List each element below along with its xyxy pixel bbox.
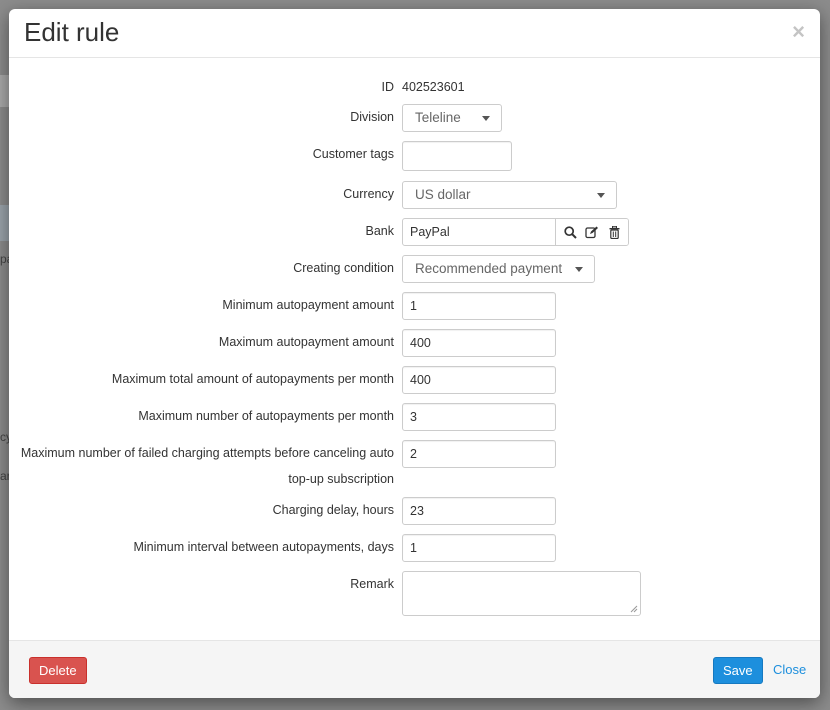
bank-input[interactable]: PayPal bbox=[403, 219, 556, 245]
form-row-max-number-month: Maximum number of autopayments per month… bbox=[9, 403, 820, 431]
customer-tags-label: Customer tags bbox=[312, 147, 394, 161]
division-select[interactable]: Teleline bbox=[402, 104, 502, 132]
currency-selected-value: US dollar bbox=[415, 187, 471, 202]
creating-condition-selected-value: Recommended payment bbox=[415, 261, 563, 276]
save-button[interactable]: Save bbox=[713, 657, 763, 684]
form-row-min-amount: Minimum autopayment amount 1 bbox=[9, 292, 820, 320]
form-row-max-failed: Maximum number of failed charging attemp… bbox=[9, 440, 820, 492]
max-amount-label: Maximum autopayment amount bbox=[218, 335, 394, 349]
form-row-max-amount: Maximum autopayment amount 400 bbox=[9, 329, 820, 357]
max-number-month-input[interactable]: 3 bbox=[402, 403, 556, 431]
max-failed-label: Maximum number of failed charging attemp… bbox=[20, 446, 394, 486]
min-amount-label: Minimum autopayment amount bbox=[222, 298, 394, 312]
trash-icon[interactable] bbox=[605, 223, 623, 241]
form-row-remark: Remark bbox=[9, 571, 820, 617]
form-row-id: ID 402523601 bbox=[9, 74, 820, 102]
close-link[interactable]: Close bbox=[773, 662, 806, 677]
max-failed-input[interactable]: 2 bbox=[402, 440, 556, 468]
form-row-charging-delay: Charging delay, hours 23 bbox=[9, 497, 820, 525]
form-row-creating-condition: Creating condition Recommended payment bbox=[9, 255, 820, 283]
min-amount-input[interactable]: 1 bbox=[402, 292, 556, 320]
id-label: ID bbox=[381, 80, 395, 94]
charging-delay-input[interactable]: 23 bbox=[402, 497, 556, 525]
edit-rule-dialog: Edit rule × ID 402523601 Division Teleli… bbox=[9, 9, 820, 698]
division-selected-value: Teleline bbox=[415, 110, 461, 125]
dialog-header: Edit rule × bbox=[9, 9, 820, 58]
max-total-month-input[interactable]: 400 bbox=[402, 366, 556, 394]
form-row-customer-tags: Customer tags bbox=[9, 141, 820, 171]
bank-input-group: PayPal bbox=[402, 218, 629, 246]
division-label: Division bbox=[350, 110, 394, 124]
form-row-min-interval: Minimum interval between autopayments, d… bbox=[9, 534, 820, 562]
remark-label: Remark bbox=[350, 577, 394, 591]
chevron-down-icon bbox=[482, 116, 490, 121]
currency-select[interactable]: US dollar bbox=[402, 181, 617, 209]
form-row-currency: Currency US dollar bbox=[9, 181, 820, 209]
form-row-division: Division Teleline bbox=[9, 104, 820, 132]
customer-tags-input[interactable] bbox=[402, 141, 512, 171]
min-interval-input[interactable]: 1 bbox=[402, 534, 556, 562]
form-row-bank: Bank PayPal bbox=[9, 218, 820, 246]
close-icon[interactable]: × bbox=[792, 21, 805, 43]
dialog-title: Edit rule bbox=[24, 17, 120, 47]
max-total-month-label: Maximum total amount of autopayments per… bbox=[111, 372, 394, 386]
creating-condition-label: Creating condition bbox=[293, 261, 394, 275]
search-icon[interactable] bbox=[561, 223, 579, 241]
currency-label: Currency bbox=[343, 187, 394, 201]
max-amount-input[interactable]: 400 bbox=[402, 329, 556, 357]
delete-button[interactable]: Delete bbox=[29, 657, 87, 684]
min-interval-label: Minimum interval between autopayments, d… bbox=[133, 540, 394, 554]
chevron-down-icon bbox=[597, 193, 605, 198]
bank-label: Bank bbox=[365, 224, 395, 238]
resize-grip-icon[interactable] bbox=[630, 605, 638, 613]
dialog-footer: Delete Save Close bbox=[9, 640, 820, 698]
form-row-max-total-month: Maximum total amount of autopayments per… bbox=[9, 366, 820, 394]
edit-icon[interactable] bbox=[583, 223, 601, 241]
chevron-down-icon bbox=[575, 267, 583, 272]
remark-textarea[interactable] bbox=[402, 571, 641, 616]
id-value: 402523601 bbox=[402, 80, 465, 94]
creating-condition-select[interactable]: Recommended payment bbox=[402, 255, 595, 283]
charging-delay-label: Charging delay, hours bbox=[272, 503, 394, 517]
max-number-month-label: Maximum number of autopayments per month bbox=[138, 409, 394, 423]
